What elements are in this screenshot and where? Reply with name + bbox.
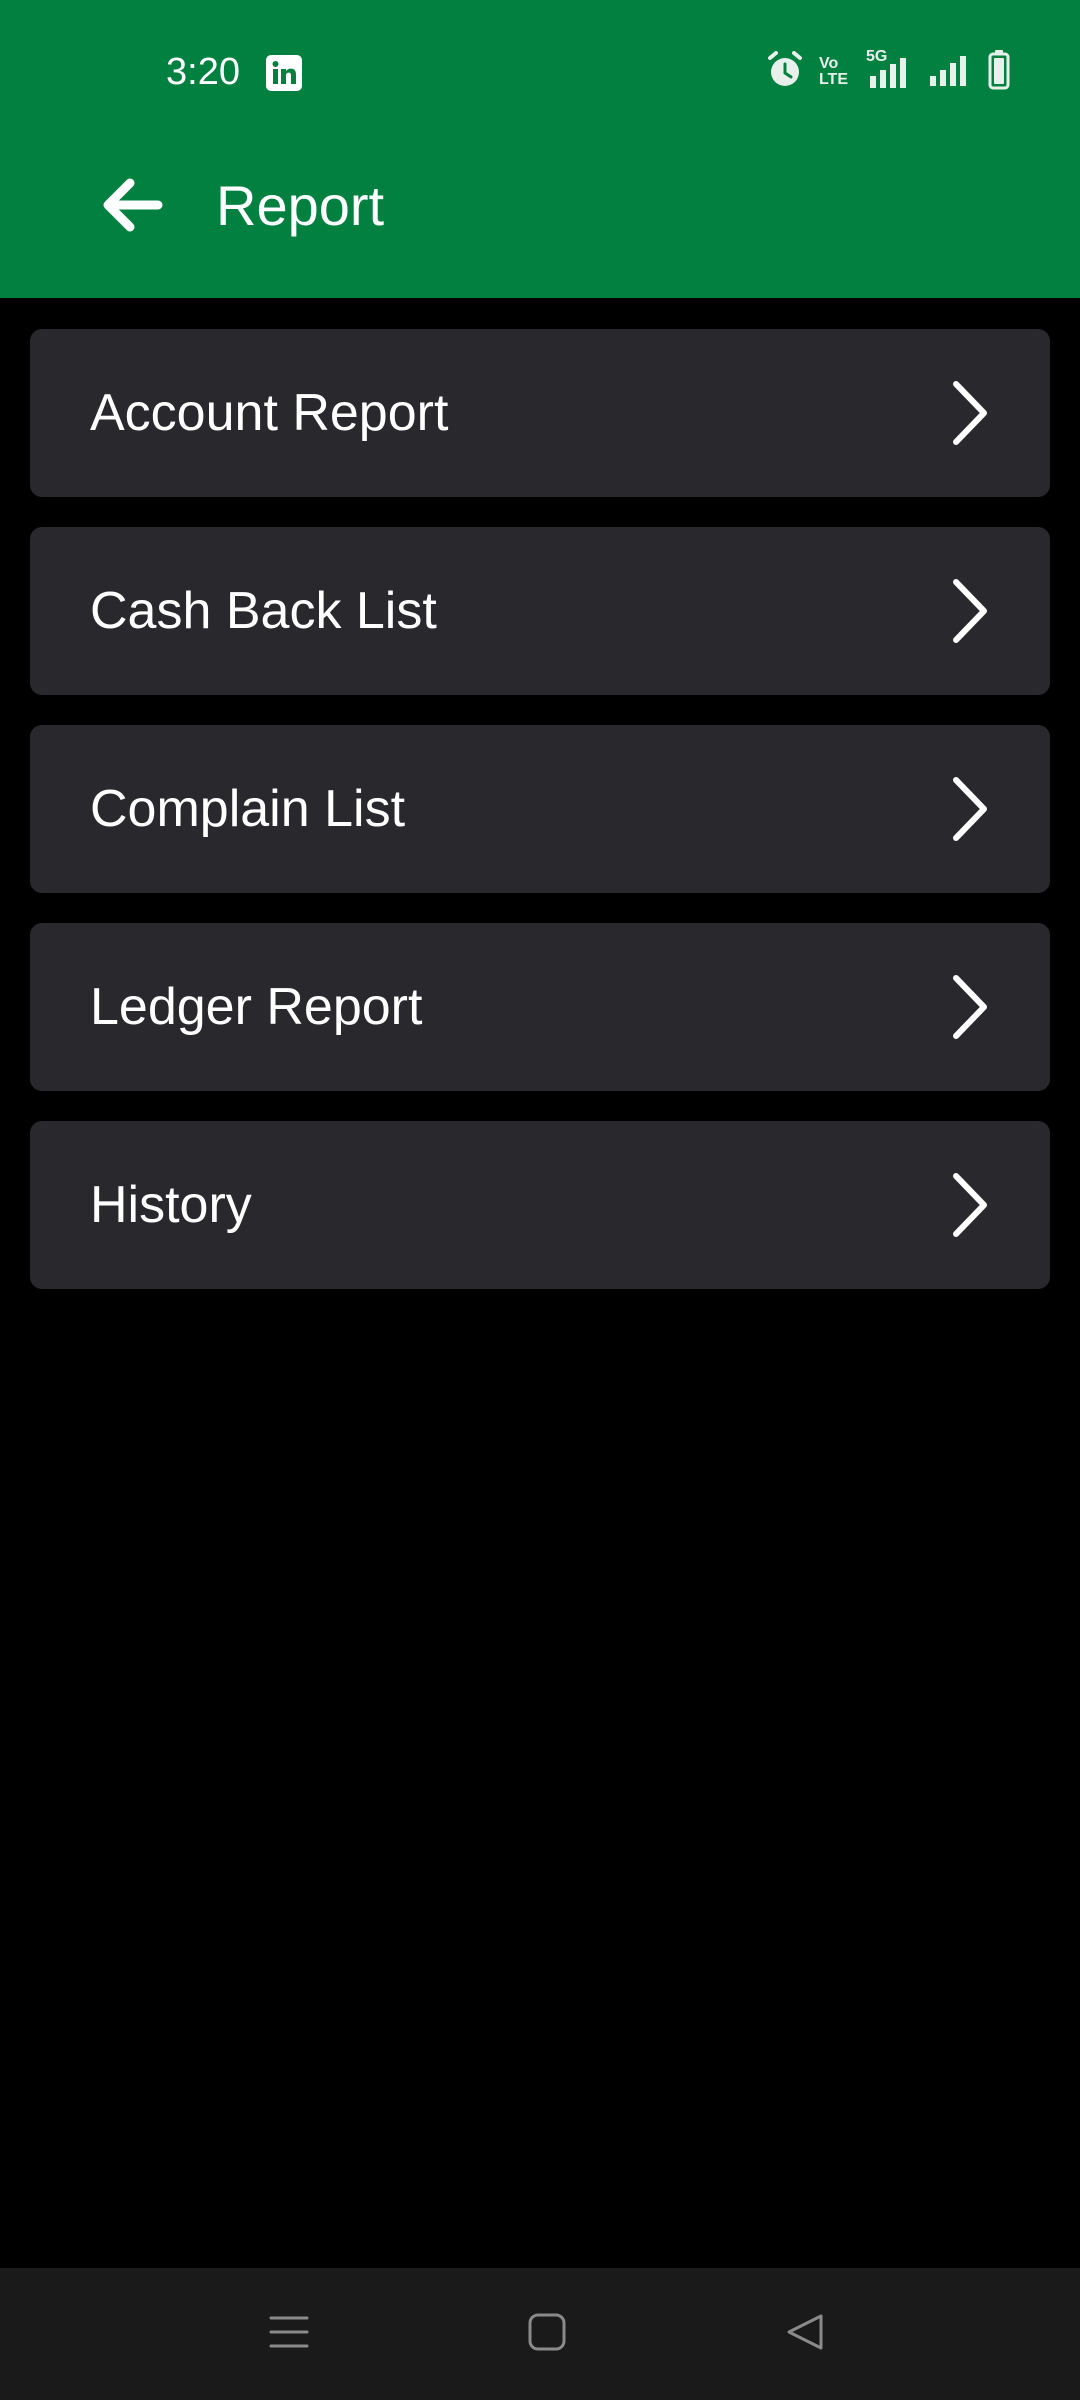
report-menu-list: Account Report Cash Back List Complain L… — [30, 329, 1050, 1319]
signal-icon — [928, 50, 972, 95]
menu-item-history[interactable]: History — [30, 1121, 1050, 1289]
toolbar: Report — [0, 140, 1080, 270]
chevron-right-icon — [950, 776, 990, 842]
menu-item-complain-list[interactable]: Complain List — [30, 725, 1050, 893]
arrow-left-icon — [100, 175, 164, 240]
menu-item-label: Ledger Report — [90, 978, 423, 1036]
back-button[interactable] — [90, 165, 174, 249]
5g-signal-icon: 5G — [864, 48, 912, 92]
system-back-button[interactable] — [765, 2294, 845, 2374]
volte-label-bottom: LTE — [818, 71, 848, 88]
home-button[interactable] — [507, 2294, 587, 2374]
menu-item-label: Cash Back List — [90, 582, 437, 640]
back-triangle-icon — [785, 2312, 825, 2357]
chevron-right-icon — [950, 974, 990, 1040]
menu-item-label: Account Report — [90, 384, 449, 442]
menu-item-cash-back-list[interactable]: Cash Back List — [30, 527, 1050, 695]
report-screen: 3:20 Vo LTE 5G Report Account Report Cas… — [0, 0, 1080, 2400]
status-time: 3:20 — [166, 51, 240, 93]
linkedin-icon — [266, 55, 302, 91]
page-title: Report — [216, 174, 385, 237]
volte-label-top: Vo — [818, 55, 839, 72]
recent-apps-button[interactable] — [249, 2294, 329, 2374]
menu-item-label: History — [90, 1176, 252, 1234]
system-nav-bar — [0, 2268, 1080, 2400]
battery-icon — [988, 49, 1010, 95]
chevron-right-icon — [950, 578, 990, 644]
menu-item-ledger-report[interactable]: Ledger Report — [30, 923, 1050, 1091]
menu-item-account-report[interactable]: Account Report — [30, 329, 1050, 497]
status-icons: Vo LTE 5G — [767, 48, 1010, 95]
chevron-right-icon — [950, 1172, 990, 1238]
alarm-icon — [767, 50, 803, 94]
menu-item-label: Complain List — [90, 780, 406, 838]
home-icon — [527, 2312, 567, 2357]
status-bar: 3:20 Vo LTE 5G — [0, 0, 1080, 140]
menu-icon — [269, 2312, 309, 2357]
app-bar: 3:20 Vo LTE 5G Report — [0, 0, 1080, 298]
chevron-right-icon — [950, 380, 990, 446]
volte-icon: Vo LTE — [819, 56, 848, 88]
